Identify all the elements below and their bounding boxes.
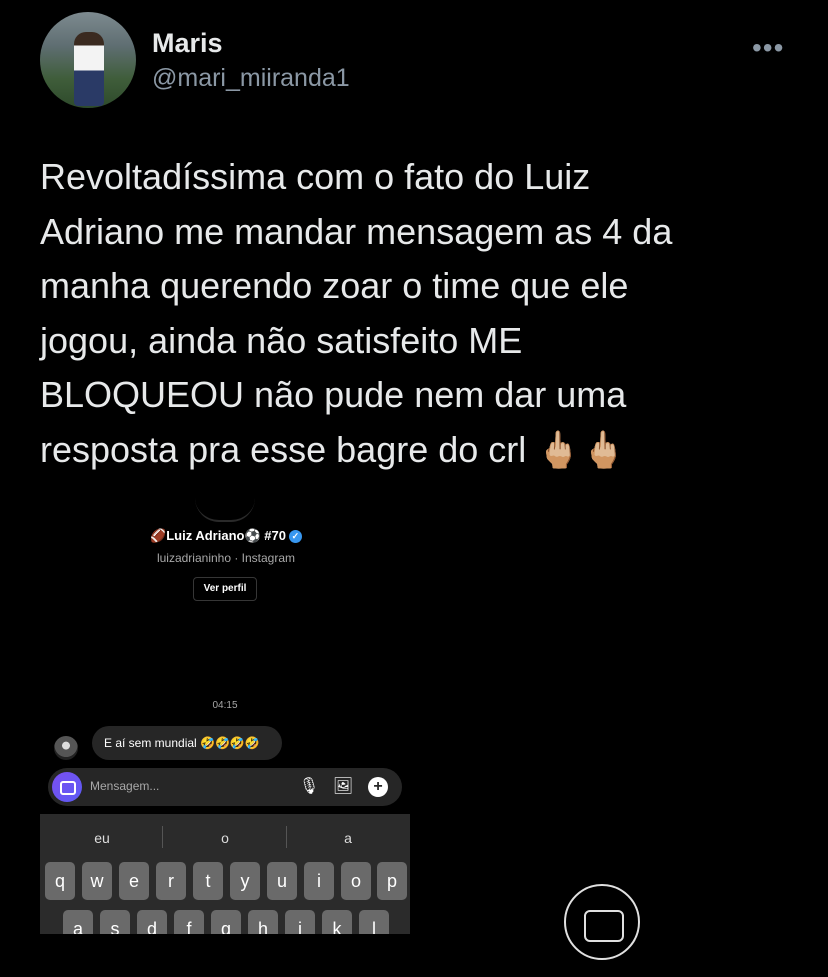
key[interactable]: o xyxy=(341,862,371,900)
key[interactable]: f xyxy=(174,910,204,934)
key[interactable]: t xyxy=(193,862,223,900)
key[interactable]: g xyxy=(211,910,241,934)
verified-badge-icon: ✓ xyxy=(288,530,302,544)
author-name[interactable]: Maris xyxy=(152,28,223,59)
key[interactable]: w xyxy=(82,862,112,900)
more-options-icon[interactable]: ••• xyxy=(752,32,784,64)
camera-icon[interactable] xyxy=(564,884,640,960)
key[interactable]: i xyxy=(304,862,334,900)
gallery-icon[interactable]: 🖼 xyxy=(332,776,354,798)
ig-message-input[interactable]: Mensagem... 🎙 🖼 + xyxy=(48,768,402,806)
key[interactable]: a xyxy=(63,910,93,934)
ig-message-placeholder: Mensagem... xyxy=(90,779,160,793)
ig-sender-avatar xyxy=(54,736,78,760)
ig-profile-picture-edge xyxy=(195,498,255,522)
key[interactable]: y xyxy=(230,862,260,900)
key[interactable]: q xyxy=(45,862,75,900)
ig-profile-name-text: 🏈Luiz Adriano⚽️ #70 xyxy=(150,528,286,543)
key[interactable]: d xyxy=(137,910,167,934)
key[interactable]: j xyxy=(285,910,315,934)
key[interactable]: k xyxy=(322,910,352,934)
avatar-photo xyxy=(74,32,104,106)
key[interactable]: r xyxy=(156,862,186,900)
author-handle[interactable]: @mari_miiranda1 xyxy=(152,64,350,93)
author-avatar[interactable] xyxy=(40,12,136,108)
tweet-media-image[interactable]: 🏈Luiz Adriano⚽️ #70 ✓ luizadrianinho · In… xyxy=(40,480,412,934)
key[interactable]: p xyxy=(377,862,407,900)
key[interactable]: h xyxy=(248,910,278,934)
ig-message-bubble: E aí sem mundial 🤣🤣🤣🤣 xyxy=(92,726,282,760)
tweet-text: Revoltadíssima com o fato do Luiz Adrian… xyxy=(40,156,673,470)
ig-profile-name: 🏈Luiz Adriano⚽️ #70 ✓ xyxy=(40,528,412,544)
suggestion-divider xyxy=(162,826,163,848)
keyboard-suggestion[interactable]: o xyxy=(175,830,275,846)
microphone-icon[interactable]: 🎙 xyxy=(298,776,320,798)
camera-icon[interactable] xyxy=(52,772,82,802)
ig-profile-subtitle: luizadrianinho · Instagram xyxy=(156,551,296,565)
key[interactable]: l xyxy=(359,910,389,934)
keyboard-suggestion[interactable]: eu xyxy=(52,830,152,846)
ig-message-timestamp: 04:15 xyxy=(212,700,238,711)
ig-view-profile-button[interactable]: Ver perfil xyxy=(193,577,257,601)
key[interactable]: s xyxy=(100,910,130,934)
key[interactable]: u xyxy=(267,862,297,900)
keyboard: eu o a q w e r t y u i o p a s d f g h j… xyxy=(40,814,410,934)
plus-icon[interactable]: + xyxy=(368,777,388,797)
keyboard-suggestion[interactable]: a xyxy=(298,830,398,846)
suggestion-divider xyxy=(286,826,287,848)
key[interactable]: e xyxy=(119,862,149,900)
